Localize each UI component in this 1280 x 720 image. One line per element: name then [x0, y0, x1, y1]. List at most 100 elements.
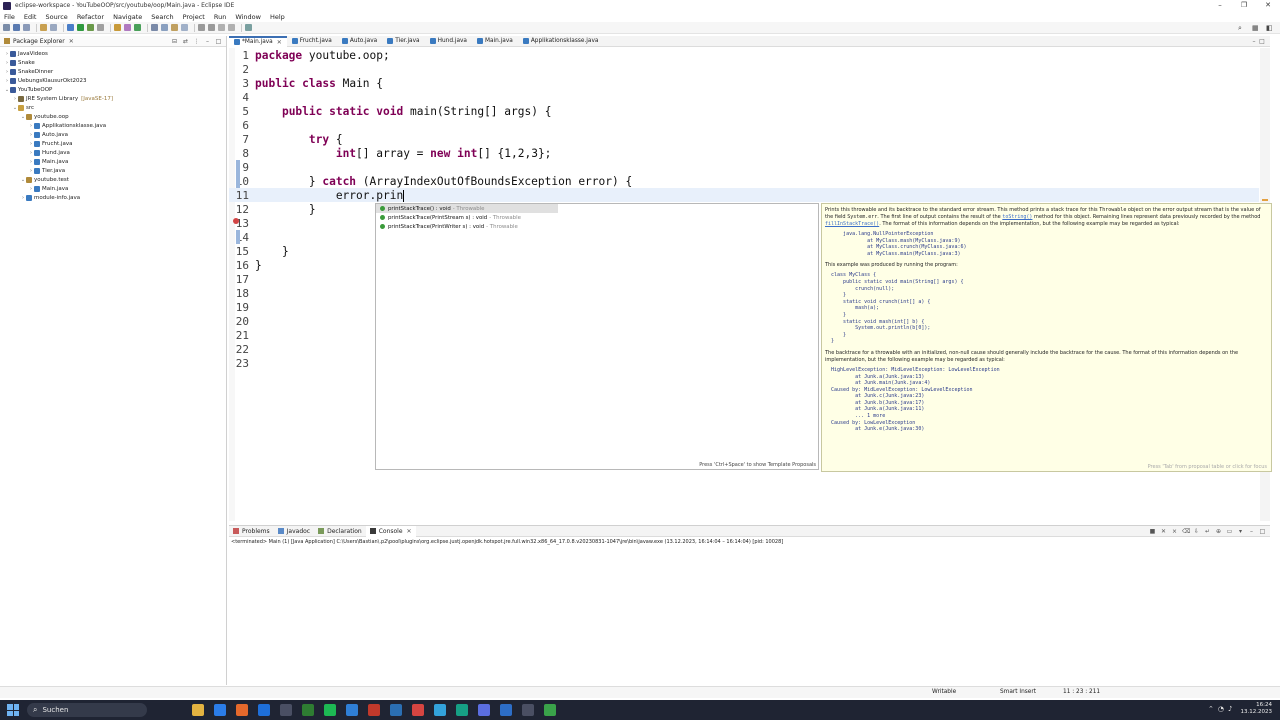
clear-console-icon[interactable]: ⌫ — [1182, 528, 1190, 535]
new-java-project-icon[interactable] — [114, 24, 121, 31]
code-line[interactable]: 8 int[] array = new int[] {1,2,3}; — [229, 146, 1259, 160]
network-icon[interactable]: ◔ — [1218, 705, 1224, 713]
completion-proposal[interactable]: printStackTrace() : void - Throwable — [376, 204, 558, 213]
completion-proposal[interactable]: printStackTrace(PrintWriter s) : void - T… — [376, 222, 818, 231]
warning-marker[interactable] — [1262, 199, 1268, 201]
taskbar-app-icon[interactable] — [214, 704, 226, 716]
taskbar-app-icon[interactable] — [434, 704, 446, 716]
menu-refactor[interactable]: Refactor — [77, 13, 104, 21]
tree-item[interactable]: ⌄ src — [0, 103, 226, 112]
coverage-icon[interactable] — [87, 24, 94, 31]
word-wrap-icon[interactable]: ↵ — [1204, 528, 1211, 535]
completion-proposal[interactable]: printStackTrace(PrintStream s) : void - T… — [376, 213, 818, 222]
remove-all-icon[interactable]: ⨯ — [1171, 528, 1178, 535]
menu-file[interactable]: File — [4, 13, 15, 21]
maximize-icon[interactable]: □ — [1258, 38, 1266, 45]
tab-problems[interactable]: Problems — [229, 526, 274, 537]
code-line[interactable]: 3 public class Main { — [229, 76, 1259, 90]
code-line[interactable]: 2 — [229, 62, 1259, 76]
tab-main-java-active[interactable]: *Main.java ✕ — [229, 35, 287, 47]
menu-search[interactable]: Search — [151, 13, 173, 21]
debug-icon[interactable] — [67, 24, 74, 31]
code-line[interactable]: 7 try { — [229, 132, 1259, 146]
pin-editor-icon[interactable] — [245, 24, 252, 31]
terminate-icon[interactable]: ■ — [1149, 528, 1156, 535]
taskbar-app-icon[interactable] — [500, 704, 512, 716]
tree-item[interactable]: › Frucht.java — [0, 139, 226, 148]
tree-item[interactable]: › Hund.java — [0, 148, 226, 157]
taskbar-app-icon[interactable] — [302, 704, 314, 716]
taskbar-app-icon[interactable] — [522, 704, 534, 716]
taskbar-app-icon[interactable] — [544, 704, 556, 716]
display-console-icon[interactable]: ▭ — [1226, 528, 1233, 535]
minimize-icon[interactable]: – — [1248, 528, 1255, 535]
tree-item[interactable]: › UebungsKlausurOkt2023 — [0, 76, 226, 85]
open-folder-icon[interactable] — [40, 24, 47, 31]
menu-project[interactable]: Project — [183, 13, 205, 21]
collapse-all-icon[interactable]: ⊟ — [171, 38, 178, 45]
search-toolbar-icon[interactable] — [161, 24, 168, 31]
close-icon[interactable]: ✕ — [69, 38, 74, 45]
tab-console[interactable]: Console ✕ — [365, 525, 416, 537]
maximize-icon[interactable]: ❐ — [1232, 0, 1256, 11]
tree-item[interactable]: › Tier.java — [0, 166, 226, 175]
clock[interactable]: 16:24 13.12.2023 — [1241, 702, 1273, 716]
javadoc-hover[interactable]: Prints this throwable and its backtrace … — [821, 203, 1272, 472]
tab-tier-java[interactable]: Tier.java — [382, 36, 424, 47]
tab-javadoc[interactable]: Javadoc — [274, 526, 314, 537]
code-line[interactable]: 10 } catch (ArrayIndexOutOfBoundsExcepti… — [229, 174, 1259, 188]
volume-icon[interactable]: ♪ — [1228, 705, 1232, 713]
tree-item[interactable]: › JRE System Library [JavaSE-17] — [0, 94, 226, 103]
tree-item[interactable]: › Main.java — [0, 184, 226, 193]
link-with-editor-icon[interactable]: ⇄ — [182, 38, 189, 45]
new-icon[interactable] — [3, 24, 10, 31]
tab-main-java[interactable]: Main.java — [472, 36, 518, 47]
code-line[interactable]: 4 — [229, 90, 1259, 104]
minimize-icon[interactable]: – — [204, 38, 211, 45]
tree-item[interactable]: ⌄ youtube.test — [0, 175, 226, 184]
tree-item[interactable]: › Main.java — [0, 157, 226, 166]
open-type-icon[interactable] — [151, 24, 158, 31]
taskbar-app-icon[interactable] — [192, 704, 204, 716]
back-icon[interactable] — [218, 24, 225, 31]
maximize-icon[interactable]: □ — [215, 38, 222, 45]
toggle-mark-occurrences-icon[interactable] — [171, 24, 178, 31]
minimize-icon[interactable]: – — [1208, 0, 1232, 11]
remove-launch-icon[interactable]: ✕ — [1160, 528, 1167, 535]
tab-hund-java[interactable]: Hund.java — [425, 36, 472, 47]
close-icon[interactable]: ✕ — [277, 39, 282, 46]
tree-item[interactable]: › module-info.java — [0, 193, 226, 202]
menu-help[interactable]: Help — [270, 13, 285, 21]
new-package-icon[interactable] — [124, 24, 131, 31]
windows-start-icon[interactable] — [7, 704, 19, 716]
new-class-icon[interactable] — [134, 24, 141, 31]
taskbar-app-icon[interactable] — [280, 704, 292, 716]
taskbar-app-icon[interactable] — [346, 704, 358, 716]
pin-console-icon[interactable]: ⊕ — [1215, 528, 1222, 535]
tab-frucht-java[interactable]: Frucht.java — [287, 36, 337, 47]
tree-item[interactable]: › Snake — [0, 58, 226, 67]
taskbar-app-icon[interactable] — [324, 704, 336, 716]
maximize-icon[interactable]: □ — [1259, 528, 1266, 535]
tostring-link[interactable]: toString() — [1002, 214, 1032, 220]
tree-item[interactable]: ⌄ YouTubeOOP — [0, 85, 226, 94]
print-icon[interactable] — [50, 24, 57, 31]
taskbar-app-icon[interactable] — [412, 704, 424, 716]
code-line[interactable]: 6 — [229, 118, 1259, 132]
menu-edit[interactable]: Edit — [24, 13, 37, 21]
code-line[interactable]: 5 public static void main(String[] args)… — [229, 104, 1259, 118]
open-perspective-icon[interactable]: ▦ — [1252, 24, 1260, 32]
taskbar-app-icon[interactable] — [368, 704, 380, 716]
save-all-icon[interactable] — [23, 24, 30, 31]
taskbar-app-icon[interactable] — [258, 704, 270, 716]
java-perspective-icon[interactable]: ◧ — [1266, 24, 1274, 32]
menu-run[interactable]: Run — [214, 13, 226, 21]
tab-declaration[interactable]: Declaration — [314, 526, 366, 537]
menu-source[interactable]: Source — [45, 13, 67, 21]
tree-item[interactable]: › Applikationsklasse.java — [0, 121, 226, 130]
forward-icon[interactable] — [228, 24, 235, 31]
chevron-up-icon[interactable]: ⌃ — [1208, 705, 1214, 713]
code-line[interactable]: 1 package youtube.oop; — [229, 48, 1259, 62]
tree-item[interactable]: › SnakeDinner — [0, 67, 226, 76]
save-icon[interactable] — [13, 24, 20, 31]
